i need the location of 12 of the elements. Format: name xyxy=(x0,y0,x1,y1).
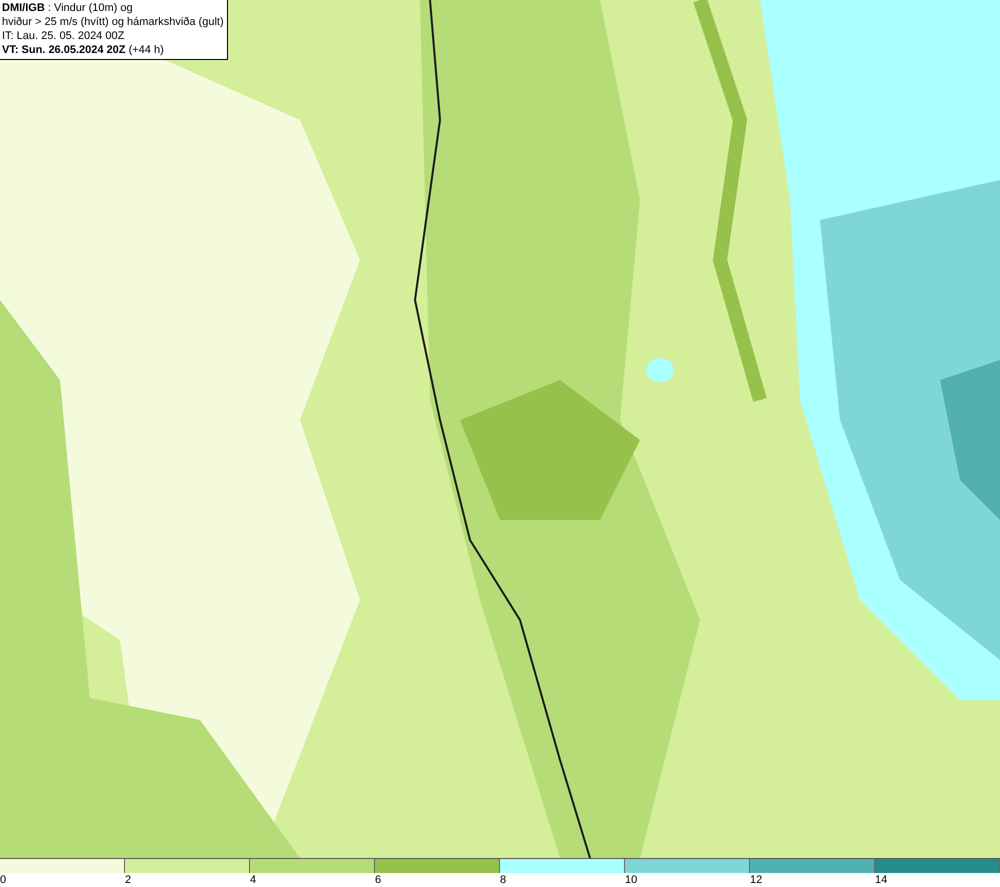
title-line: hviður > 25 m/s (hvítt) og hámarkshviða (gult) xyxy=(2,15,224,29)
title-line: VT: Sun. 26.05.2024 20Z (+44 h) xyxy=(2,43,165,57)
title-line: DMI/IGB : Vindur (10m) og xyxy=(2,1,134,15)
legend-tick-label: 2 xyxy=(125,873,132,887)
legend-tick-label: 8 xyxy=(500,873,506,887)
legend-tick-label: 14 xyxy=(875,873,888,887)
legend-tick-label: 6 xyxy=(375,873,382,887)
legend-tick-label: 12 xyxy=(750,873,762,887)
title-line: IT: Lau. 25. 05. 2024 00Z xyxy=(2,29,126,43)
legend-tick-label: 4 xyxy=(250,873,256,887)
legend-tick-label: 0 xyxy=(0,873,6,887)
legend-tick-label: 10 xyxy=(625,873,638,887)
